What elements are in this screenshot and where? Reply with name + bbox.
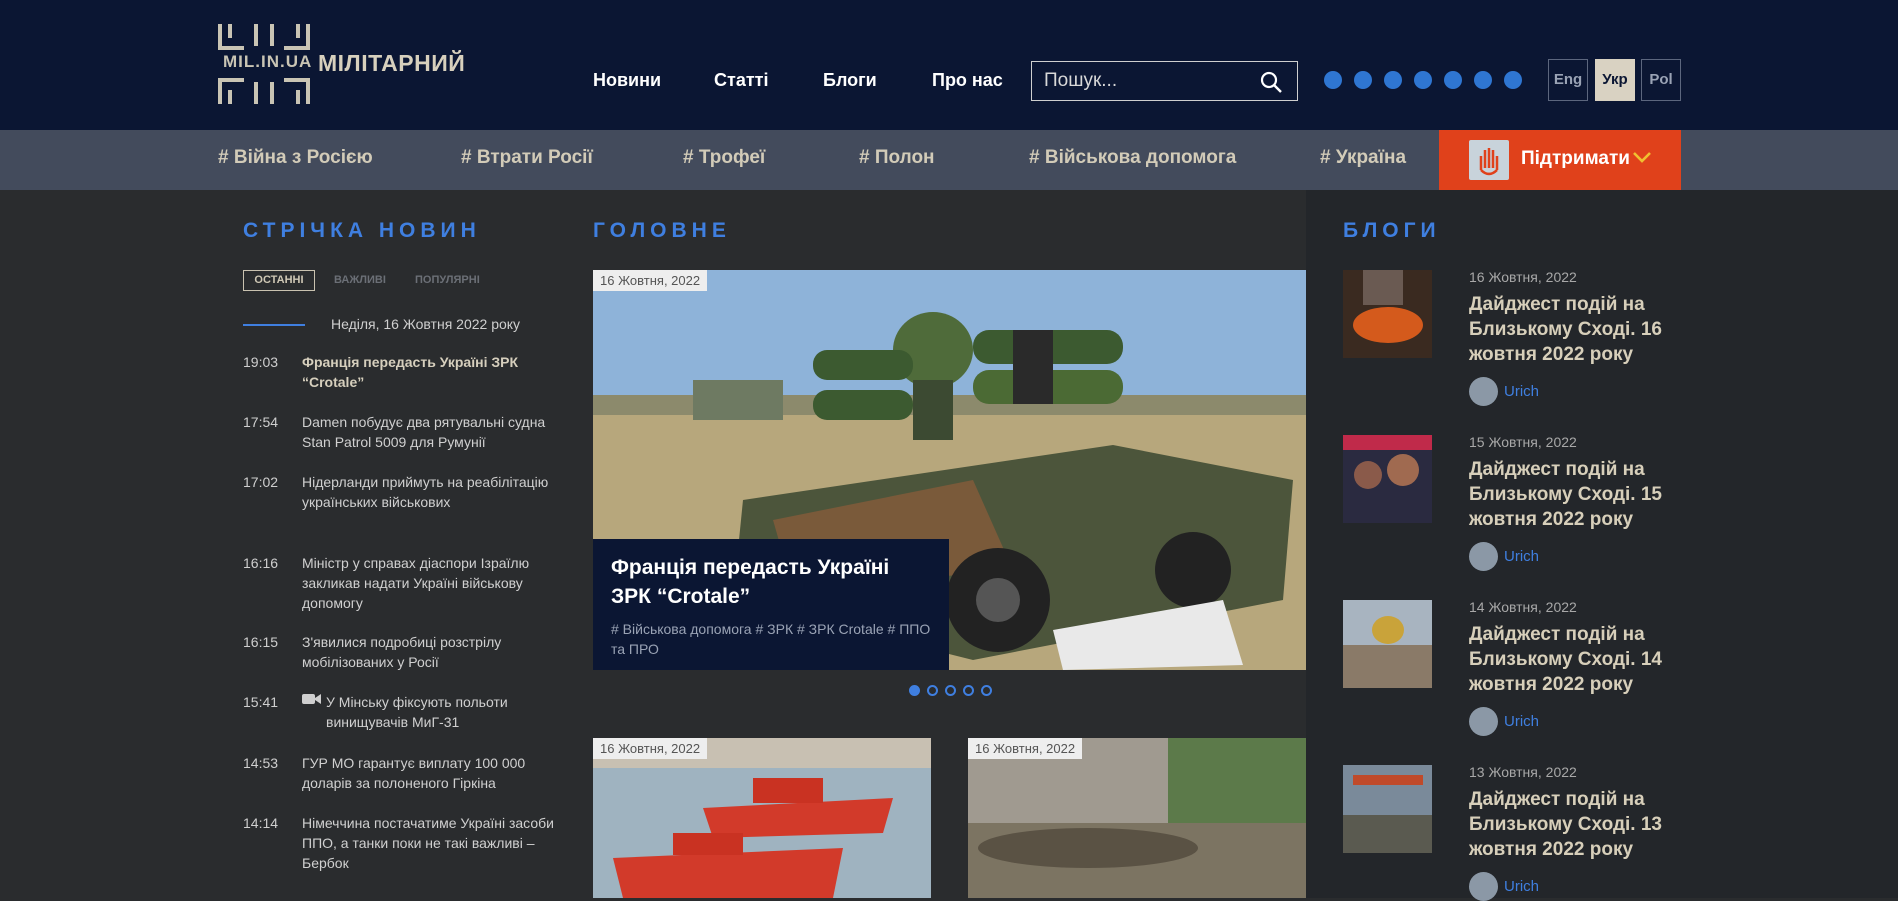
nav-articles[interactable]: Статті	[714, 70, 768, 91]
news-time: 19:03	[243, 354, 279, 370]
news-item-link[interactable]: З'явилися подробиці розстрілу мобілізова…	[302, 632, 557, 672]
news-time: 15:41	[243, 694, 279, 710]
blogs-title: БЛОГИ	[1343, 219, 1441, 242]
main-title: ГОЛОВНЕ	[593, 219, 731, 242]
date-badge: 16 Жовтня, 2022	[593, 270, 708, 291]
news-item-link[interactable]: Німеччина постачатиме Україні засоби ППО…	[302, 813, 557, 873]
news-time: 16:16	[243, 555, 279, 571]
slider-dot[interactable]	[981, 685, 992, 696]
nav-blogs[interactable]: Блоги	[823, 70, 877, 91]
site-header: MIL.IN.UA МІЛІТАРНИЙ Новини Статті Блоги…	[0, 0, 1898, 130]
blog-date: 13 Жовтня, 2022	[1469, 764, 1577, 780]
search-input[interactable]	[1044, 70, 1254, 92]
news-time: 16:15	[243, 634, 279, 650]
chevron-down-icon	[1633, 152, 1651, 163]
slider-dot[interactable]	[945, 685, 956, 696]
blog-date: 14 Жовтня, 2022	[1469, 599, 1577, 615]
slider-dot[interactable]	[927, 685, 938, 696]
date-badge: 16 Жовтня, 2022	[968, 738, 1083, 759]
slider-dot[interactable]	[963, 685, 974, 696]
slider-dot[interactable]	[909, 685, 920, 696]
news-item-link[interactable]: ГУР МО гарантує виплату 100 000 доларів …	[302, 753, 557, 793]
author-link[interactable]: Urich	[1504, 548, 1539, 565]
news-item-link[interactable]: Міністр у справах діаспори Ізраїлю закли…	[302, 553, 557, 613]
blog-title[interactable]: Дайджест подій на Близькому Сході. 13 жо…	[1469, 787, 1709, 862]
filter-latest[interactable]: ОСТАННІ	[243, 270, 315, 291]
featured-tags[interactable]: # Військова допомога # ЗРК # ЗРК Crotale…	[611, 619, 931, 659]
blog-thumbnail[interactable]	[1343, 600, 1432, 688]
facebook-icon[interactable]	[1324, 71, 1342, 89]
news-time: 17:02	[243, 474, 279, 490]
support-button[interactable]: Підтримати	[1439, 130, 1681, 190]
logo-text[interactable]: MIL.IN.UA	[221, 52, 315, 72]
telegram-icon[interactable]	[1444, 71, 1462, 89]
tag-ukraine[interactable]: # Україна	[1320, 147, 1406, 169]
youtube-icon[interactable]	[1384, 71, 1402, 89]
support-label: Підтримати	[1521, 148, 1630, 169]
author-link[interactable]: Urich	[1504, 878, 1539, 895]
day-divider	[243, 324, 305, 326]
filter-important[interactable]: ВАЖЛИВІ	[334, 274, 386, 286]
tag-trophies[interactable]: # Трофеї	[683, 147, 765, 169]
tag-military-aid[interactable]: # Військова допомога	[1029, 147, 1236, 169]
blog-title[interactable]: Дайджест подій на Близькому Сході. 15 жо…	[1469, 457, 1709, 532]
news-time: 17:54	[243, 414, 279, 430]
hand-icon	[1469, 140, 1509, 180]
article-thumbnail[interactable]	[968, 738, 1306, 898]
news-item-link[interactable]: Damen побудує два рятувальні судна Stan …	[302, 412, 557, 452]
news-item-link[interactable]: Нідерланди приймуть на реабілітацію укра…	[302, 472, 557, 512]
twitter-icon[interactable]	[1354, 71, 1372, 89]
blog-thumbnail[interactable]	[1343, 435, 1432, 523]
nav-about[interactable]: Про нас	[932, 70, 1003, 91]
author-link[interactable]: Urich	[1504, 383, 1539, 400]
blog-thumbnail[interactable]	[1343, 765, 1432, 853]
lang-pol[interactable]: Pol	[1641, 59, 1681, 101]
avatar[interactable]	[1469, 707, 1498, 736]
nav-news[interactable]: Новини	[593, 70, 661, 91]
filter-popular[interactable]: ПОПУЛЯРНІ	[415, 274, 480, 286]
news-time: 14:14	[243, 815, 279, 831]
site-name[interactable]: МІЛІТАРНИЙ	[318, 50, 465, 77]
lang-eng[interactable]: Eng	[1548, 59, 1588, 101]
video-icon	[302, 694, 321, 704]
blog-date: 15 Жовтня, 2022	[1469, 434, 1577, 450]
blog-date: 16 Жовтня, 2022	[1469, 269, 1577, 285]
tag-war-with-russia[interactable]: # Війна з Росією	[218, 147, 373, 169]
viber-icon[interactable]	[1474, 71, 1492, 89]
featured-title[interactable]: Франція передасть Україні ЗРК “Crotale”	[611, 553, 931, 611]
avatar[interactable]	[1469, 377, 1498, 406]
feed-day: Неділя, 16 Жовтня 2022 року	[331, 316, 521, 332]
tag-captivity[interactable]: # Полон	[859, 147, 935, 169]
blog-title[interactable]: Дайджест подій на Близькому Сході. 16 жо…	[1469, 292, 1709, 367]
instagram-icon[interactable]	[1414, 71, 1432, 89]
date-badge: 16 Жовтня, 2022	[593, 738, 708, 759]
article-thumbnail[interactable]	[593, 738, 931, 898]
search-box	[1031, 61, 1298, 101]
lang-ukr[interactable]: Укр	[1595, 59, 1635, 101]
news-item-link[interactable]: Франція передасть Україні ЗРК “Crotale”	[302, 352, 557, 392]
feed-title: СТРІЧКА НОВИН	[243, 219, 481, 242]
author-link[interactable]: Urich	[1504, 713, 1539, 730]
blog-thumbnail[interactable]	[1343, 270, 1432, 358]
avatar[interactable]	[1469, 542, 1498, 571]
news-time: 14:53	[243, 755, 279, 771]
search-icon[interactable]	[1259, 70, 1283, 94]
blog-title[interactable]: Дайджест подій на Близькому Сході. 14 жо…	[1469, 622, 1709, 697]
avatar[interactable]	[1469, 872, 1498, 901]
tag-russian-losses[interactable]: # Втрати Росії	[461, 147, 593, 169]
news-item-link[interactable]: У Мінську фіксують польоти винищувачів М…	[326, 692, 557, 732]
featured-caption[interactable]: Франція передасть Україні ЗРК “Crotale” …	[593, 539, 949, 670]
rss-icon[interactable]	[1504, 71, 1522, 89]
